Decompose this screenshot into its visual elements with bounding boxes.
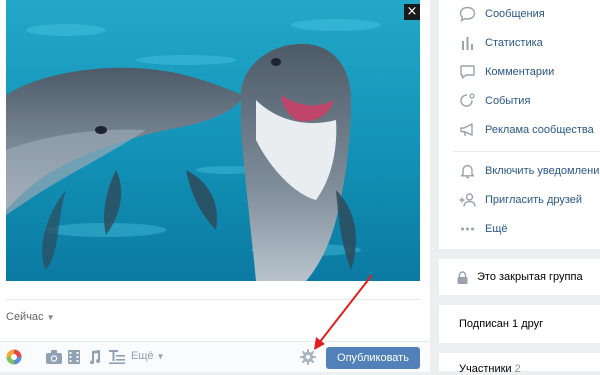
subscribed-friends: Подписан 1 друг (439, 305, 600, 343)
divider (6, 299, 420, 300)
sidebar-item-statistics[interactable]: Статистика (459, 35, 543, 51)
sidebar-item-label: Пригласить друзей (485, 194, 583, 206)
sidebar-item-label: Комментарии (485, 66, 555, 78)
publish-time-dropdown[interactable]: Сейчас ▼ (6, 311, 54, 323)
sidebar-item-ads[interactable]: Реклама сообщества (459, 122, 594, 138)
chevron-down-icon: ▼ (156, 351, 165, 361)
sidebar-item-events[interactable]: События (459, 93, 530, 109)
closed-group-notice: Это закрытая группа (439, 259, 600, 295)
divider (453, 151, 600, 152)
settings-gear-icon[interactable] (300, 349, 316, 368)
sidebar-item-notifications[interactable]: Включить уведомлени (459, 163, 599, 179)
sidebar-item-label: Включить уведомлени (485, 165, 600, 177)
publish-button[interactable]: Опубликовать (326, 347, 420, 369)
members-header[interactable]: Участники 2 (459, 363, 521, 375)
lock-icon (457, 270, 468, 284)
chevron-down-icon: ▼ (46, 312, 55, 322)
stats-icon (459, 35, 476, 51)
sidebar-item-more[interactable]: Ещё (459, 221, 508, 237)
sidebar-item-comments[interactable]: Комментарии (459, 64, 554, 80)
publish-time-label: Сейчас (6, 311, 44, 323)
more-attachments-dropdown[interactable]: Ещё ▼ (131, 350, 164, 362)
members-label: Участники (459, 363, 512, 375)
sidebar-item-messages[interactable]: Сообщения (459, 6, 545, 22)
music-icon[interactable] (88, 350, 101, 367)
sidebar-item-label: Ещё (485, 223, 508, 235)
events-icon (459, 93, 476, 109)
article-icon[interactable] (109, 350, 125, 367)
community-menu: Сообщения Статистика Комментарии События… (439, 0, 600, 249)
post-toolbar: Ещё ▼ Опубликовать (0, 341, 430, 372)
poster-icon[interactable] (6, 349, 22, 368)
dolphins-photo (6, 0, 420, 281)
sidebar-item-label: События (485, 95, 531, 107)
more-label: Ещё (131, 350, 154, 362)
megaphone-icon (459, 122, 476, 138)
video-icon[interactable] (68, 350, 80, 367)
subscribed-friends-link[interactable]: Подписан 1 друг (459, 318, 543, 330)
more-dots-icon (459, 221, 476, 237)
comment-icon (459, 64, 476, 80)
closed-group-label: Это закрытая группа (477, 271, 583, 283)
sidebar-item-label: Статистика (485, 37, 543, 49)
sidebar-item-invite-friends[interactable]: Пригласить друзей (459, 192, 582, 208)
members-count: 2 (514, 363, 521, 375)
sidebar-item-label: Сообщения (485, 8, 545, 20)
members-block: Участники 2 (439, 353, 600, 375)
attached-photo[interactable] (6, 0, 420, 281)
message-icon (459, 6, 476, 22)
remove-photo-button[interactable]: × (404, 4, 420, 20)
bell-icon (459, 163, 476, 179)
sidebar-item-label: Реклама сообщества (485, 124, 594, 136)
add-friend-icon (459, 192, 476, 208)
post-composer: × Сейчас ▼ Ещё ▼ Опубликовать (0, 0, 430, 372)
camera-icon[interactable] (46, 350, 62, 367)
